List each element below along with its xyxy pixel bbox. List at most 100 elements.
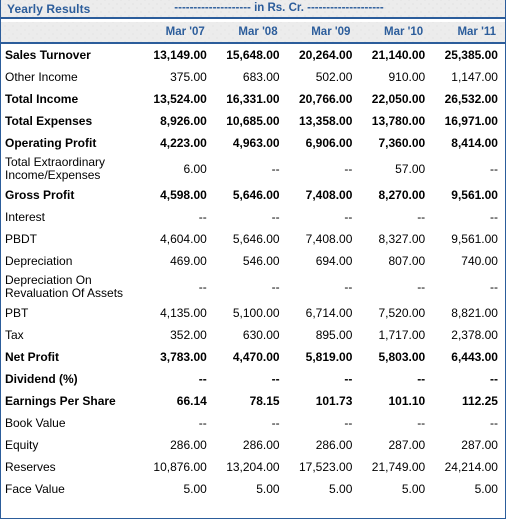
row-value: 8,327.00 <box>378 232 426 246</box>
row-value: 3,783.00 <box>160 350 207 364</box>
row-value: -- <box>417 416 426 430</box>
row-value: -- <box>271 280 280 294</box>
table-row: Gross Profit 4,598.00 5,646.00 7,408.00 8,27… <box>1 184 505 206</box>
row-value: 683.00 <box>242 70 280 84</box>
row-value: -- <box>489 372 498 386</box>
row-value: 895.00 <box>315 328 353 342</box>
row-value: -- <box>489 416 498 430</box>
row-label: PBT <box>5 305 29 320</box>
row-label: Total Income <box>5 91 79 106</box>
row-value: 807.00 <box>388 254 426 268</box>
row-value: 78.15 <box>249 394 280 408</box>
table-row: Total Extraordinary Income/Expenses 6.00 -… <box>1 154 505 184</box>
row-label: Equity <box>5 437 39 452</box>
row-value: 13,149.00 <box>153 48 207 62</box>
column-header-mar-11: Mar '11 <box>457 26 496 38</box>
row-value: -- <box>344 162 353 176</box>
row-value: 4,963.00 <box>232 136 280 150</box>
row-label: Dividend (%) <box>5 371 78 386</box>
row-value: 7,408.00 <box>305 232 353 246</box>
row-value: -- <box>198 372 207 386</box>
row-value: 8,270.00 <box>378 188 426 202</box>
table-row: Depreciation 469.00 546.00 694.00 807.00 740.… <box>1 250 505 272</box>
table-row: Reserves 10,876.00 13,204.00 17,523.00 21,74… <box>1 456 505 478</box>
row-value: -- <box>489 210 498 224</box>
row-value: 13,780.00 <box>371 114 426 128</box>
table-row: Depreciation On Revaluation Of Assets -- -… <box>1 272 505 302</box>
row-value: 25,385.00 <box>444 48 498 62</box>
row-value: 8,926.00 <box>160 114 207 128</box>
table-row: Other Income 375.00 683.00 502.00 910.00 1,14… <box>1 66 505 88</box>
row-value: -- <box>344 280 353 294</box>
row-value: 910.00 <box>388 70 426 84</box>
row-value: -- <box>198 210 207 224</box>
row-value: 286.00 <box>315 438 353 452</box>
row-value: 17,523.00 <box>299 460 353 474</box>
row-value: 1,147.00 <box>451 70 498 84</box>
row-value: -- <box>417 372 426 386</box>
row-value: 469.00 <box>170 254 207 268</box>
row-value: 10,685.00 <box>226 114 280 128</box>
row-value: 21,140.00 <box>371 48 426 62</box>
row-value: 6,906.00 <box>305 136 353 150</box>
row-value: 1,717.00 <box>378 328 426 342</box>
row-label: Other Income <box>5 69 78 84</box>
table-row: Total Expenses 8,926.00 10,685.00 13,358.00… <box>1 110 505 132</box>
row-value: 101.10 <box>388 394 426 408</box>
row-value: 5,803.00 <box>378 350 426 364</box>
row-value: 101.73 <box>315 394 353 408</box>
row-value: 4,604.00 <box>160 232 207 246</box>
row-value: 287.00 <box>461 438 498 452</box>
row-label: Face Value <box>5 481 65 496</box>
table-row: Total Income 13,524.00 16,331.00 20,766.00 2… <box>1 88 505 110</box>
row-value: 26,532.00 <box>444 92 498 106</box>
row-value: 375.00 <box>170 70 207 84</box>
row-value: -- <box>271 416 280 430</box>
row-value: 8,821.00 <box>451 306 498 320</box>
row-value: 9,561.00 <box>451 232 498 246</box>
row-label: Sales Turnover <box>5 47 91 62</box>
row-value: 24,214.00 <box>444 460 498 474</box>
table-row: Tax 352.00 630.00 895.00 1,717.00 2,378.00 <box>1 324 505 346</box>
row-value: 16,331.00 <box>226 92 280 106</box>
row-value: -- <box>271 162 280 176</box>
row-value: 6,714.00 <box>305 306 353 320</box>
row-value: -- <box>344 416 353 430</box>
row-value: 15,648.00 <box>226 48 280 62</box>
yearly-results-panel: Yearly Results -------------------- in R… <box>0 0 506 519</box>
row-value: 7,520.00 <box>378 306 426 320</box>
row-value: -- <box>271 210 280 224</box>
row-value: 4,598.00 <box>160 188 207 202</box>
row-value: 4,470.00 <box>232 350 280 364</box>
row-value: 10,876.00 <box>153 460 207 474</box>
table-row: Equity 286.00 286.00 286.00 287.00 287.00 <box>1 434 505 456</box>
row-label: Operating Profit <box>5 135 97 150</box>
row-value: 6,443.00 <box>451 350 498 364</box>
row-label: Net Profit <box>5 349 59 364</box>
row-value: 8,414.00 <box>451 136 498 150</box>
row-value: 352.00 <box>170 328 207 342</box>
row-value: 20,264.00 <box>299 48 353 62</box>
row-value: 5.00 <box>183 482 207 496</box>
row-value: 740.00 <box>461 254 498 268</box>
row-value: 13,204.00 <box>226 460 280 474</box>
column-header-mar-09: Mar '09 <box>311 26 351 38</box>
row-value: 6.00 <box>183 162 207 176</box>
row-value: 5,819.00 <box>305 350 353 364</box>
row-value: 57.00 <box>395 162 426 176</box>
row-value: 5.00 <box>401 482 426 496</box>
row-value: 502.00 <box>315 70 353 84</box>
row-value: 5.00 <box>256 482 280 496</box>
row-value: 13,358.00 <box>299 114 353 128</box>
row-value: 7,408.00 <box>305 188 353 202</box>
row-value: -- <box>198 280 207 294</box>
row-label: Depreciation <box>5 253 73 268</box>
table-row: PBDT 4,604.00 5,646.00 7,408.00 8,327.00 9,56… <box>1 228 505 250</box>
row-value: -- <box>344 210 353 224</box>
row-value: -- <box>489 280 498 294</box>
row-label: Book Value <box>5 415 66 430</box>
row-value: 21,749.00 <box>371 460 426 474</box>
row-value: 286.00 <box>242 438 280 452</box>
row-value: 4,223.00 <box>160 136 207 150</box>
table-row: Dividend (%) -- -- -- -- -- <box>1 368 505 390</box>
